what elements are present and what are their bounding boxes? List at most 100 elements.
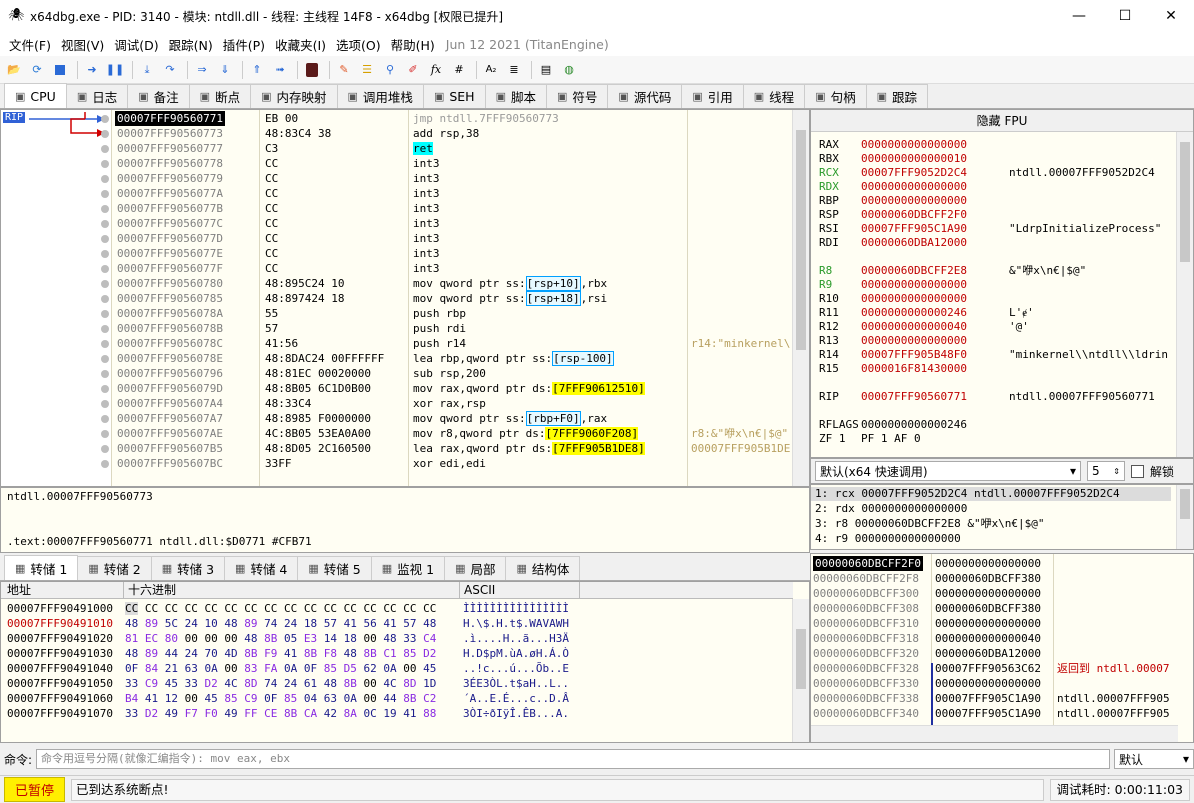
arguments-panel[interactable]: 1: rcx 00007FFF9052D2C4 ntdll.00007FFF90… xyxy=(810,484,1194,550)
dump-tab-5[interactable]: ▦ 转储 5 xyxy=(297,556,372,580)
run-to-user-icon[interactable]: ➟ xyxy=(270,60,290,80)
tab-seh[interactable]: ▣ SEH xyxy=(422,84,486,108)
register-row[interactable]: RDX 0000000000000000 xyxy=(819,180,1009,194)
disasm-row[interactable]: 00007FFF9056077D CC int3 xyxy=(1,231,809,246)
command-mode-select[interactable]: 默认 ▾ xyxy=(1114,749,1194,769)
patch-icon[interactable]: ✐ xyxy=(403,60,423,80)
disassembly-scrollbar[interactable] xyxy=(792,110,809,486)
tab-breakpoint[interactable]: ▣ 断点 xyxy=(188,84,252,108)
arg-count-spinner[interactable]: 5 ⇕ xyxy=(1087,461,1125,481)
disasm-row[interactable]: 00007FFF905607A7 48:8985 F0000000 mov qwor… xyxy=(1,411,809,426)
disasm-row[interactable]: 00007FFF9056078A 55 push rbp xyxy=(1,306,809,321)
label-icon[interactable]: ☰ xyxy=(357,60,377,80)
trace-over-icon[interactable]: ⇓ xyxy=(215,60,235,80)
breakpoint-dot-icon[interactable] xyxy=(101,460,109,468)
breakpoint-dot-icon[interactable] xyxy=(101,385,109,393)
maximize-button[interactable]: ☐ xyxy=(1102,0,1148,32)
breakpoint-dot-icon[interactable] xyxy=(101,130,109,138)
register-row[interactable]: R11 0000000000000246 L'ɇ' xyxy=(819,306,1034,320)
disasm-row[interactable]: 00007FFF90560777 C3 ret xyxy=(1,141,809,156)
open-icon[interactable]: 📂 xyxy=(4,60,24,80)
tab-thread[interactable]: ▣ 线程 xyxy=(742,84,806,108)
globe-icon[interactable]: ◍ xyxy=(559,60,579,80)
breakpoint-dot-icon[interactable] xyxy=(101,160,109,168)
stop-icon[interactable] xyxy=(50,60,70,80)
stack-hscrollbar[interactable] xyxy=(811,725,1178,742)
breakpoint-dot-icon[interactable] xyxy=(101,205,109,213)
trace-into-icon[interactable]: ⇒ xyxy=(192,60,212,80)
breakpoint-dot-icon[interactable] xyxy=(101,250,109,258)
register-row[interactable]: R13 0000000000000000 xyxy=(819,334,1009,348)
dump-tab-6[interactable]: ▦ 监视 1 xyxy=(370,556,446,580)
disasm-row[interactable]: 00007FFF90560780 48:895C24 10 mov qword pt… xyxy=(1,276,809,291)
register-row[interactable]: RSP 00000060DBCFF2F0 xyxy=(819,208,1009,222)
disasm-row[interactable]: 00007FFF9056077F CC int3 xyxy=(1,261,809,276)
breakpoint-dot-icon[interactable] xyxy=(101,115,109,123)
breakpoint-dot-icon[interactable] xyxy=(101,445,109,453)
dump-tab-4[interactable]: ▦ 转储 4 xyxy=(224,556,299,580)
menu-plugins[interactable]: 插件(P) xyxy=(218,35,270,54)
register-row[interactable] xyxy=(819,404,1009,418)
breakpoint-dot-icon[interactable] xyxy=(101,295,109,303)
tab-handle[interactable]: ▣ 句柄 xyxy=(804,84,867,108)
calling-convention-select[interactable]: 默认(x64 快速调用) ▾ xyxy=(815,461,1081,481)
menu-help[interactable]: 帮助(H) xyxy=(386,35,440,54)
register-scrollbar[interactable] xyxy=(1176,132,1193,457)
restart-icon[interactable]: ⟳ xyxy=(27,60,47,80)
dump-tab-1[interactable]: ▦ 转储 1 xyxy=(4,555,79,580)
close-button[interactable]: ✕ xyxy=(1148,0,1194,32)
register-row[interactable]: R9 0000000000000000 xyxy=(819,278,1009,292)
function-icon[interactable]: fx xyxy=(426,60,446,80)
breakpoint-dot-icon[interactable] xyxy=(101,220,109,228)
strings-icon[interactable]: A₂ xyxy=(481,60,501,80)
breakpoint-dot-icon[interactable] xyxy=(101,370,109,378)
menu-file[interactable]: 文件(F) xyxy=(4,35,56,54)
register-row[interactable]: R15 0000016F81430000 xyxy=(819,362,1009,376)
disasm-row[interactable]: 00007FFF90560773 48:83C4 38 add rsp,38 xyxy=(1,126,809,141)
disasm-row[interactable]: 00007FFF9056077A CC int3 xyxy=(1,186,809,201)
menu-view[interactable]: 视图(V) xyxy=(56,35,109,54)
dump-scrollbar[interactable] xyxy=(792,599,809,742)
unlock-checkbox[interactable] xyxy=(1131,464,1144,478)
tab-symbol[interactable]: ▣ 符号 xyxy=(546,84,609,108)
register-row[interactable]: R14 00007FFF905B48F0 "minkernel\\ntdll\\ld… xyxy=(819,348,1168,362)
comment-icon[interactable]: ✎ xyxy=(334,60,354,80)
disasm-row[interactable]: 00007FFF905607B5 48:8D05 2C160500 lea rax,… xyxy=(1,441,809,456)
register-row[interactable] xyxy=(819,250,1009,264)
breakpoint-dot-icon[interactable] xyxy=(101,190,109,198)
breakpoint-dot-icon[interactable] xyxy=(101,340,109,348)
bookmark-icon[interactable]: ⚲ xyxy=(380,60,400,80)
tab-source[interactable]: ▣ 源代码 xyxy=(607,84,683,108)
command-input[interactable]: 命令用逗号分隔(就像汇编指令): mov eax, ebx xyxy=(36,749,1110,769)
register-row[interactable]: RSI 00007FFF905C1A90 "LdrpInitializeProces… xyxy=(819,222,1161,236)
tab-callstack[interactable]: ▣ 调用堆栈 xyxy=(336,84,424,108)
hex-dump-view[interactable]: 地址 十六进制 ASCII 00007FFF90491000 CC CC CC C… xyxy=(0,581,810,743)
register-row[interactable]: R12 0000000000000040 '@' xyxy=(819,320,1029,334)
calc-icon[interactable]: ≣ xyxy=(504,60,524,80)
tab-notes[interactable]: ▣ 备注 xyxy=(127,84,190,108)
notepad-icon[interactable]: ▤ xyxy=(536,60,556,80)
breakpoint-dot-icon[interactable] xyxy=(101,145,109,153)
stack-panel[interactable]: 00000060DBCFF2F0 0000000000000000 00000060… xyxy=(810,553,1194,743)
register-row[interactable] xyxy=(819,376,1009,390)
disasm-row[interactable]: 00007FFF9056078C 41:56 push r14 r14:"minker… xyxy=(1,336,809,351)
breakpoint-dot-icon[interactable] xyxy=(101,265,109,273)
register-row[interactable]: ZF 1 PF 1 AF 0 xyxy=(819,432,1009,446)
register-row[interactable]: RDI 00000060DBA12000 xyxy=(819,236,1009,250)
dump-tab-7[interactable]: ▦ 局部 xyxy=(444,556,507,580)
breakpoint-dot-icon[interactable] xyxy=(101,415,109,423)
disasm-row[interactable]: 00007FFF90560771 EB 00 jmp ntdll.7FFF90560… xyxy=(1,111,809,126)
disasm-row[interactable]: 00007FFF9056077C CC int3 xyxy=(1,216,809,231)
disasm-row[interactable]: 00007FFF9056078E 48:8DAC24 00FFFFFF lea rb… xyxy=(1,351,809,366)
disasm-row[interactable]: 00007FFF90560785 48:897424 18 mov qword pt… xyxy=(1,291,809,306)
disasm-row[interactable]: 00007FFF9056077B CC int3 xyxy=(1,201,809,216)
register-row[interactable]: RIP 00007FFF90560771 ntdll.00007FFF9056077… xyxy=(819,390,1155,404)
dump-tab-3[interactable]: ▦ 转储 3 xyxy=(150,556,226,580)
tab-reference[interactable]: ▣ 引用 xyxy=(681,84,744,108)
breakpoint-dot-icon[interactable] xyxy=(101,430,109,438)
dump-tab-8[interactable]: ▦ 结构体 xyxy=(505,556,581,580)
menu-favourites[interactable]: 收藏夹(I) xyxy=(270,35,331,54)
pause-icon[interactable]: ❚❚ xyxy=(105,60,125,80)
tab-script[interactable]: ▣ 脚本 xyxy=(484,84,547,108)
disassembly-view[interactable]: RIP 00007FFF90560771 EB 00 jmp ntdll.7FFF9… xyxy=(0,109,810,487)
